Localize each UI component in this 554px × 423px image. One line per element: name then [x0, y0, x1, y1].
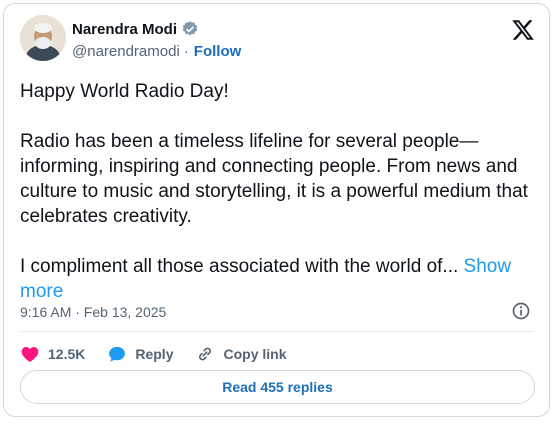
separator-dot: ·	[183, 43, 189, 60]
tweet-paragraph-3: I compliment all those associated with t…	[20, 254, 530, 304]
tweet-card: Narendra Modi @narendramodi · Follow Hap…	[3, 3, 550, 417]
like-button[interactable]: 12.5K	[20, 344, 85, 364]
author-name[interactable]: Narendra Modi	[72, 21, 177, 38]
follow-button[interactable]: Follow	[194, 43, 242, 60]
author-name-row: Narendra Modi	[72, 20, 199, 38]
avatar[interactable]	[20, 15, 66, 61]
action-bar: 12.5K Reply Copy link	[20, 344, 309, 364]
author-handle[interactable]: @narendramodi	[72, 43, 180, 60]
reply-bubble-icon	[109, 346, 126, 362]
copy-link-button[interactable]: Copy link	[195, 344, 287, 364]
read-replies-button[interactable]: Read 455 replies	[20, 370, 535, 404]
copy-link-label: Copy link	[223, 346, 287, 362]
x-logo-icon[interactable]	[511, 18, 535, 42]
heart-icon	[21, 347, 39, 362]
reply-button[interactable]: Reply	[107, 344, 173, 364]
tweet-paragraph-3-text: I compliment all those associated with t…	[20, 256, 459, 277]
info-icon[interactable]	[511, 301, 531, 321]
reply-label: Reply	[135, 346, 174, 362]
tweet-timestamp[interactable]: 9:16 AM · Feb 13, 2025	[20, 304, 166, 320]
tweet-text: Happy World Radio Day! Radio has been a …	[20, 79, 530, 304]
handle-row: @narendramodi · Follow	[72, 43, 241, 60]
like-count: 12.5K	[48, 346, 86, 362]
tweet-line-1: Happy World Radio Day!	[20, 81, 229, 102]
link-icon	[199, 347, 212, 361]
tweet-paragraph-2: Radio has been a timeless lifeline for s…	[20, 131, 528, 227]
verified-badge-icon	[182, 21, 198, 36]
divider	[20, 331, 533, 332]
